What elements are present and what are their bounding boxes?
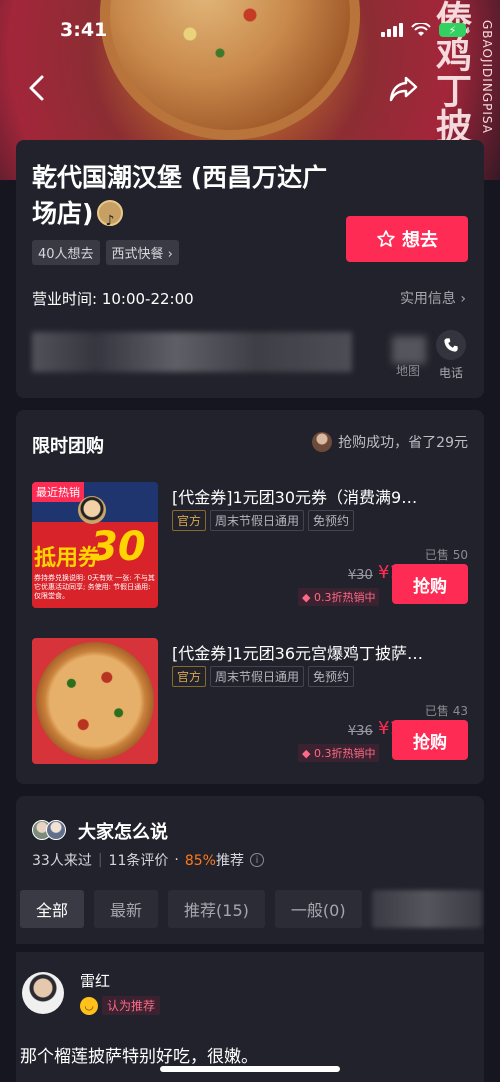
divider: | xyxy=(97,852,103,868)
recommend-badge: ◡ 认为推荐 xyxy=(80,996,161,1015)
deal-image-pizza[interactable] xyxy=(32,638,158,764)
phone-button[interactable]: 电话 xyxy=(436,330,466,381)
discount-badge: ◆ 0.3折热销中 xyxy=(298,588,380,606)
review-count: 11条评价 xyxy=(108,853,169,869)
dot-separator: · xyxy=(174,852,179,868)
smile-icon: ◡ xyxy=(80,996,98,1015)
group-deals-card: 限时团购 抢购成功，省了29元 最近热销 抵用券 30 券持券兑换说明: 0天有… xyxy=(16,410,484,784)
avatar xyxy=(46,820,66,840)
deal-image-voucher[interactable]: 最近热销 抵用券 30 券持券兑换说明: 0天有效 一张: 不与其它优惠活动同享… xyxy=(32,482,158,608)
medal-icon xyxy=(97,200,124,239)
practical-info-link[interactable]: 实用信息 › xyxy=(400,288,466,308)
info-icon[interactable]: i xyxy=(249,853,264,867)
deal-name[interactable]: [代金券]1元团36元宫爆鸡丁披萨… xyxy=(172,640,468,664)
share-button[interactable] xyxy=(386,70,422,106)
visited-count: 33人来过 xyxy=(32,853,92,869)
buy-button[interactable]: 抢购 xyxy=(392,720,468,760)
practical-info-label: 实用信息 xyxy=(399,291,456,307)
avatar xyxy=(312,432,333,452)
savings-text: 抢购成功，省了29元 xyxy=(338,435,468,451)
review-filters: 全部 最新 推荐(15) 一般(0) xyxy=(20,890,482,928)
official-tag: 官方 xyxy=(172,666,207,687)
no-reservation-tag: 免预约 xyxy=(308,666,355,687)
no-reservation-tag: 免预约 xyxy=(308,510,355,531)
business-hours: 营业时间: 10:00-22:00 xyxy=(32,290,194,308)
back-button[interactable] xyxy=(20,70,56,106)
discount-text: 0.3折热销中 xyxy=(313,591,376,604)
original-price: ¥36 xyxy=(348,724,373,739)
weekend-tag: 周末节假日通用 xyxy=(210,510,305,531)
status-time: 3:41 xyxy=(60,19,108,41)
filter-recommend[interactable]: 推荐(15) xyxy=(168,890,265,928)
share-icon xyxy=(389,76,418,102)
reviewer-name[interactable]: 雷红 xyxy=(80,970,110,991)
wifi-icon xyxy=(411,23,431,36)
deal-tags: 官方 周末节假日通用 免预约 xyxy=(172,510,355,531)
star-icon xyxy=(377,230,395,247)
reviewer-avatar[interactable] xyxy=(22,972,64,1014)
filter-blurred[interactable] xyxy=(371,890,482,928)
review-stats: 33人来过 | 11条评价 · 85%推荐 i xyxy=(32,850,264,870)
tag-icon: ◆ xyxy=(302,747,311,760)
recommend-label: 推荐 xyxy=(215,853,244,869)
recommend-badge-text: 认为推荐 xyxy=(102,996,161,1015)
deal-name[interactable]: [代金券]1元团30元券（消费满9… xyxy=(172,484,468,508)
brand-logo-icon xyxy=(78,496,106,524)
reviews-title: 大家怎么说 xyxy=(78,822,168,843)
store-name-text: 乾代国潮汉堡 (西昌万达广场店) xyxy=(32,163,328,228)
filter-all[interactable]: 全部 xyxy=(20,890,85,928)
discount-text: 0.3折热销中 xyxy=(313,747,376,760)
home-indicator xyxy=(160,1066,340,1072)
phone-label: 电话 xyxy=(438,366,463,380)
recommend-percent: 85% xyxy=(184,853,216,869)
tag-icon: ◆ xyxy=(302,591,311,604)
hot-sale-badge: 最近热销 xyxy=(32,482,84,502)
sold-count: 已售 50 xyxy=(424,548,468,562)
map-label[interactable]: 地图 xyxy=(396,362,420,379)
original-price: ¥30 xyxy=(348,568,373,583)
address-blurred[interactable] xyxy=(32,332,352,372)
weekend-tag: 周末节假日通用 xyxy=(210,666,305,687)
deal-item[interactable]: [代金券]1元团36元宫爆鸡丁披萨… 官方 周末节假日通用 免预约 已售 43 … xyxy=(32,638,468,764)
voucher-amount: 30 xyxy=(90,524,146,570)
filter-latest[interactable]: 最新 xyxy=(94,890,159,928)
reviewer-avatars xyxy=(32,820,66,840)
want-to-go-button[interactable]: 想去 xyxy=(346,216,468,262)
filter-average[interactable]: 一般(0) xyxy=(274,890,362,928)
discount-badge: ◆ 0.3折热销中 xyxy=(298,744,380,762)
deal-item[interactable]: 最近热销 抵用券 30 券持券兑换说明: 0天有效 一张: 不与其它优惠活动同享… xyxy=(32,482,468,608)
reviews-section: 大家怎么说 33人来过 | 11条评价 · 85%推荐 i 全部 最新 推荐(1… xyxy=(0,796,500,1082)
battery-icon: ⚡ xyxy=(439,23,469,37)
status-icons: ⚡ xyxy=(381,23,469,37)
section-divider xyxy=(0,944,500,952)
review-text: 那个榴莲披萨特别好吃，很嫩。 xyxy=(20,1047,258,1067)
chevron-left-icon xyxy=(29,75,44,101)
map-icon[interactable] xyxy=(392,336,426,364)
store-name: 乾代国潮汉堡 (西昌万达广场店) xyxy=(32,160,352,239)
signal-icon xyxy=(381,23,403,37)
deal-tags: 官方 周末节假日通用 免预约 xyxy=(172,666,355,687)
phone-icon xyxy=(436,330,466,360)
category-tag[interactable]: 西式快餐 › xyxy=(105,240,179,265)
want-count-tag: 40人想去 xyxy=(32,240,100,265)
store-tags: 40人想去 西式快餐 › xyxy=(32,240,179,265)
deals-savings: 抢购成功，省了29元 xyxy=(312,432,468,452)
want-to-go-label: 想去 xyxy=(402,230,438,251)
deals-title: 限时团购 xyxy=(32,436,104,457)
pizza-image xyxy=(36,642,154,760)
chevron-right-icon: › xyxy=(460,291,466,307)
buy-button[interactable]: 抢购 xyxy=(392,564,468,604)
store-info-card: 乾代国潮汉堡 (西昌万达广场店) 40人想去 西式快餐 › 想去 营业时间: 1… xyxy=(16,140,484,398)
official-tag: 官方 xyxy=(172,510,207,531)
status-bar: 3:41 ⚡ xyxy=(0,0,500,60)
sold-count: 已售 43 xyxy=(424,704,468,718)
voucher-fine-print: 券持券兑换说明: 0天有效 一张: 不与其它优惠活动同享; 务使用: 节假日通用… xyxy=(34,574,155,600)
